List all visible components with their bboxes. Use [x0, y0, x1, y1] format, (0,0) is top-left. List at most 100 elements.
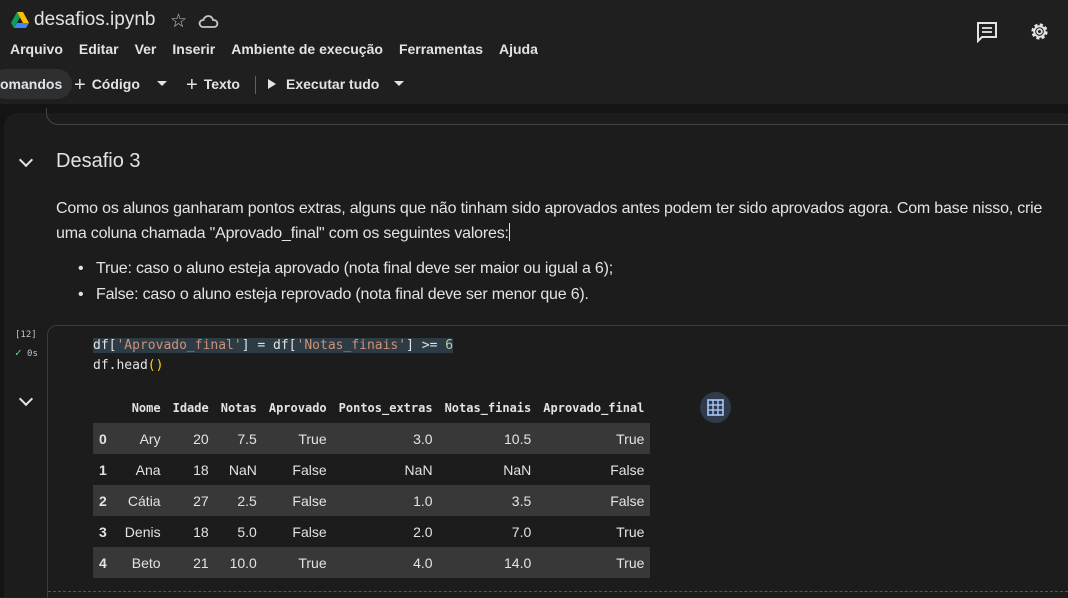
column-header: Idade — [172, 400, 209, 415]
table-cell: 7.5 — [214, 423, 263, 454]
table-icon — [707, 399, 724, 416]
gear-icon[interactable] — [1028, 20, 1051, 43]
table-cell: 7.0 — [511, 523, 532, 540]
row-index: 4 — [93, 547, 119, 578]
menu-ambiente[interactable]: Ambiente de execução — [231, 41, 383, 57]
row-index: 2 — [93, 485, 119, 516]
column-header: Pontos_extras — [338, 400, 433, 415]
list-item: False: caso o aluno esteja reprovado (no… — [78, 282, 613, 308]
add-text-button[interactable]: + Texto — [186, 64, 240, 104]
table-cell: 1.0 — [332, 485, 439, 516]
cloud-icon[interactable] — [197, 11, 219, 31]
table-cell: Cátia — [118, 485, 167, 516]
output-bottom-divider — [48, 591, 1068, 592]
table-cell: NaN — [228, 461, 257, 478]
table-row: 3 Denis 18 5.0 False 2.0 7.0 True — [93, 516, 650, 547]
table-row: 4 Beto 21 10.0 True 4.0 14.0 True — [93, 547, 651, 578]
table-cell: 2.5 — [214, 485, 263, 516]
table-header-row: Nome Idade Notas Aprovado Pontos_extras … — [93, 392, 650, 423]
table-cell: 10.5 — [438, 423, 538, 454]
convert-to-interactive-table-button[interactable] — [700, 392, 731, 423]
code-token: df[ — [93, 338, 117, 353]
code-editor[interactable]: df['Aprovado_final'] = df['Notas_finais'… — [93, 336, 454, 376]
notebook-title[interactable]: desafios.ipynb — [34, 9, 155, 31]
table-cell: 3.5 — [438, 485, 538, 516]
row-index: 1 — [99, 461, 107, 478]
table-cell: True — [537, 423, 651, 454]
table-cell: NaN — [404, 461, 433, 478]
code-line-2: df.head() — [93, 358, 163, 373]
menu-arquivo[interactable]: Arquivo — [10, 41, 63, 57]
column-header: Notas_finais — [444, 400, 532, 415]
plus-icon: + — [186, 74, 198, 96]
execution-count: [12] — [15, 330, 37, 340]
commands-button[interactable]: omandos — [0, 69, 73, 99]
code-token: 'Aprovado_final' — [116, 338, 242, 353]
menu-ver[interactable]: Ver — [135, 41, 157, 57]
bullet-list: True: caso o aluno esteja aprovado (nota… — [78, 256, 613, 308]
check-icon: ✓ — [15, 346, 22, 359]
table-cell: 3.0 — [332, 423, 439, 454]
table-cell: True — [262, 547, 333, 578]
column-header: Nome — [131, 400, 161, 415]
menu-ajuda[interactable]: Ajuda — [499, 41, 538, 57]
table-cell: 21 — [166, 547, 215, 578]
table-cell: False — [292, 461, 327, 478]
table-cell: 5.0 — [237, 523, 257, 540]
code-line-1: df['Aprovado_final'] = df['Notas_finais'… — [93, 338, 454, 353]
add-text-label: Texto — [203, 76, 240, 92]
table-cell: 18 — [193, 461, 209, 478]
table-row: 2 Cátia 27 2.5 False 1.0 3.5 False — [93, 485, 651, 516]
table-cell: False — [262, 485, 333, 516]
table-cell: Ana — [135, 461, 161, 478]
table-cell: 10.0 — [214, 547, 263, 578]
table-cell: 14.0 — [438, 547, 538, 578]
table-cell: False — [537, 485, 651, 516]
table-cell: 20 — [166, 423, 215, 454]
comment-icon[interactable] — [976, 21, 998, 43]
star-icon[interactable]: ☆ — [170, 10, 187, 33]
table-cell: True — [537, 547, 651, 578]
markdown-paragraph: Como os alunos ganharam pontos extras, a… — [56, 196, 1056, 246]
menu-ferramentas[interactable]: Ferramentas — [399, 41, 483, 57]
table-cell: Beto — [118, 547, 167, 578]
table-cell: True — [616, 523, 645, 540]
text-cursor — [508, 223, 510, 241]
table-cell: False — [610, 461, 645, 478]
table-cell: True — [262, 423, 333, 454]
table-cell: 27 — [166, 485, 215, 516]
top-bar: desafios.ipynb ☆ Arquivo Editar Ver Inse… — [0, 0, 1068, 64]
run-all-dropdown-chevron-icon[interactable] — [394, 81, 404, 86]
section-heading: Desafio 3 — [56, 150, 141, 172]
menu-editar[interactable]: Editar — [79, 41, 119, 57]
play-icon — [268, 79, 276, 89]
previous-cell-border — [46, 108, 1068, 125]
table-cell: NaN — [503, 461, 532, 478]
table-row: 0 Ary 20 7.5 True 3.0 10.5 True — [93, 423, 651, 454]
notebook-toolbar: omandos + Código + Texto Executar tudo — [0, 64, 1068, 104]
table-cell: 2.0 — [413, 523, 433, 540]
toolbar-divider — [255, 76, 256, 94]
code-token: ] = df[ — [241, 338, 297, 353]
paragraph-text: Como os alunos ganharam pontos extras, a… — [56, 200, 1043, 242]
table-cell: Denis — [124, 523, 161, 540]
code-dropdown-chevron-icon[interactable] — [157, 81, 167, 86]
table-cell: False — [292, 523, 327, 540]
add-code-label: Código — [91, 76, 140, 92]
execution-status: ✓ 0s — [15, 346, 38, 359]
row-index: 3 — [99, 523, 107, 540]
drive-logo-icon[interactable] — [11, 11, 29, 29]
plus-icon: + — [74, 74, 86, 96]
column-header: Notas — [220, 400, 257, 415]
run-all-button[interactable]: Executar tudo — [286, 64, 379, 104]
list-item: True: caso o aluno esteja aprovado (nota… — [78, 256, 613, 282]
dataframe-output-table: Nome Idade Notas Aprovado Pontos_extras … — [93, 392, 651, 578]
column-header: Aprovado_final — [543, 400, 645, 415]
code-token: 'Notas_finais' — [296, 338, 407, 353]
menu-inserir[interactable]: Inserir — [172, 41, 215, 57]
row-index: 0 — [93, 423, 119, 454]
code-token: ] >= — [406, 338, 446, 353]
code-token: () — [147, 358, 164, 373]
menu-bar: Arquivo Editar Ver Inserir Ambiente de e… — [10, 41, 554, 57]
add-code-button[interactable]: + Código — [74, 64, 140, 104]
